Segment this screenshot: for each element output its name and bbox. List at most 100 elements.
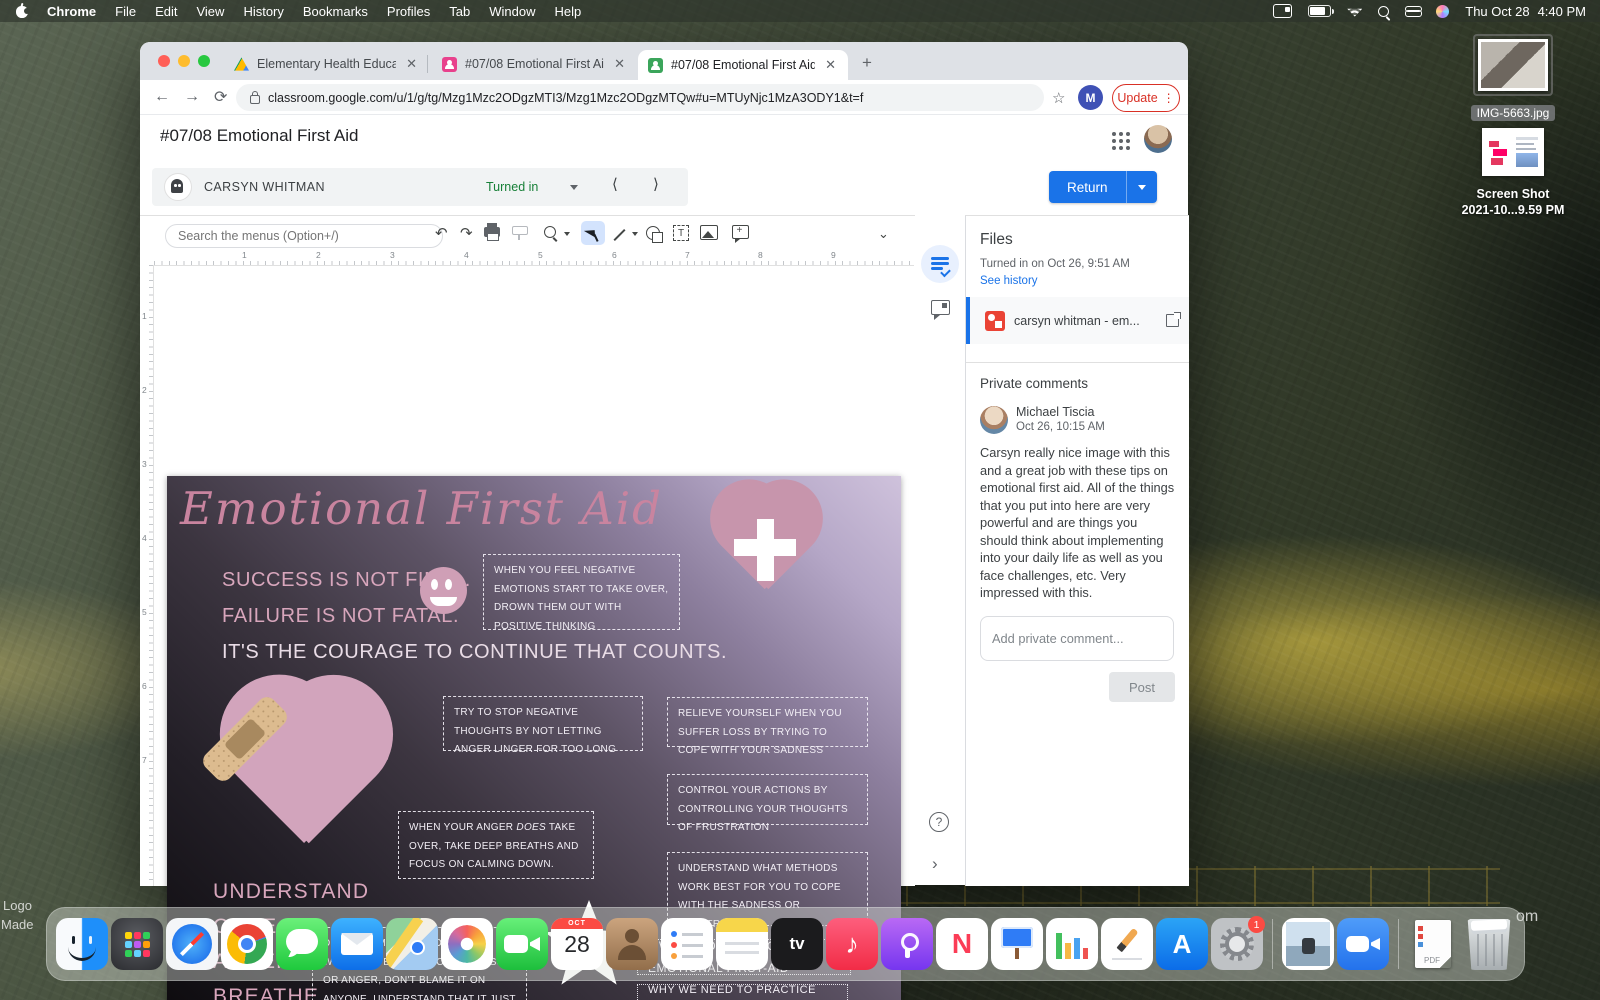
grading-panel-icon[interactable]	[921, 245, 959, 283]
text-box-tool-icon[interactable]: T	[673, 225, 689, 241]
post-button[interactable]: Post	[1109, 672, 1175, 702]
chrome-update-button[interactable]: Update ⋮	[1112, 84, 1180, 112]
dock-settings-icon[interactable]: 1	[1211, 916, 1265, 970]
return-button[interactable]: Return	[1049, 171, 1126, 203]
search-menus-input[interactable]	[165, 224, 443, 248]
return-split-button[interactable]: Return	[1049, 171, 1157, 203]
dock-zoom-icon[interactable]	[1337, 918, 1389, 970]
dock-messages-icon[interactable]	[276, 918, 328, 970]
screen-mirroring-icon[interactable]	[1273, 4, 1293, 18]
collapse-toolbar-chevron-icon[interactable]: ⌄	[878, 226, 889, 242]
dock-appletv-icon[interactable]: tv	[771, 918, 823, 970]
tab-emotional-first-aid-2[interactable]: #07/08 Emotional First Aid ✕	[638, 50, 848, 80]
poster-tip-positive-thinking: WHEN YOU FEEL NEGATIVE EMOTIONS START TO…	[483, 554, 680, 632]
line-tool-icon[interactable]	[613, 228, 626, 242]
private-comment-input[interactable]	[980, 616, 1174, 661]
apple-logo-icon[interactable]	[16, 2, 30, 18]
dock-reminders-icon[interactable]	[661, 918, 713, 970]
bookmark-star-icon[interactable]: ☆	[1052, 89, 1065, 107]
comment-bank-icon[interactable]	[931, 300, 950, 320]
reload-icon[interactable]: ⟳	[214, 87, 227, 107]
dock-appstore-icon[interactable]: A	[1156, 918, 1208, 970]
zoom-window-button[interactable]	[198, 55, 210, 67]
dock-photos-icon[interactable]	[441, 918, 493, 970]
dock-numbers-icon[interactable]	[1046, 918, 1098, 970]
google-apps-grid-icon[interactable]	[1112, 132, 1116, 136]
insert-comment-icon[interactable]	[732, 225, 749, 243]
menu-item-tab[interactable]: Tab	[449, 4, 470, 19]
browser-profile-avatar[interactable]: M	[1078, 85, 1103, 110]
submitted-file-row[interactable]: carsyn whitman - em...	[966, 297, 1189, 344]
menu-item-profiles[interactable]: Profiles	[387, 4, 430, 19]
menu-item-bookmarks[interactable]: Bookmarks	[303, 4, 368, 19]
close-tab-icon[interactable]: ✕	[612, 56, 627, 72]
wifi-icon[interactable]	[1347, 8, 1363, 17]
tab-emotional-first-aid-1[interactable]: #07/08 Emotional First Aid ✕	[432, 48, 637, 80]
student-selector-bar[interactable]: CARSYN WHITMAN Turned in	[152, 168, 688, 206]
dock-chrome-icon[interactable]	[221, 918, 273, 970]
dock-maps-icon[interactable]	[386, 918, 438, 970]
notification-badge: 1	[1248, 916, 1265, 933]
zoom-caret-icon[interactable]	[564, 232, 570, 236]
dock-trash-icon[interactable]	[1467, 919, 1511, 970]
forward-icon[interactable]: →	[184, 88, 200, 106]
minimize-window-button[interactable]	[178, 55, 190, 67]
undo-icon[interactable]: ↶	[435, 224, 448, 242]
dock-facetime-icon[interactable]	[496, 918, 548, 970]
previous-student-chevron-icon[interactable]: ⟨	[612, 175, 618, 193]
new-tab-button[interactable]: +	[862, 53, 872, 73]
menu-clock[interactable]: Thu Oct 28 4:40 PM	[1465, 4, 1586, 19]
files-heading: Files	[980, 231, 1013, 248]
help-icon[interactable]: ?	[929, 812, 949, 832]
menu-item-window[interactable]: Window	[489, 4, 535, 19]
menu-app-name[interactable]: Chrome	[47, 4, 96, 19]
dock-finder-icon[interactable]	[56, 918, 108, 970]
dock-pages-icon[interactable]	[1101, 918, 1153, 970]
tab-elementary-health[interactable]: Elementary Health Education ( ✕	[224, 48, 429, 80]
dock-pdf-icon[interactable]: PDF	[1408, 918, 1460, 970]
dock-keynote-icon[interactable]	[991, 918, 1043, 970]
close-tab-icon[interactable]: ✕	[823, 57, 838, 73]
menu-item-history[interactable]: History	[243, 4, 283, 19]
dock-pictures-icon[interactable]	[1282, 918, 1334, 970]
battery-icon[interactable]	[1308, 5, 1335, 17]
close-window-button[interactable]	[158, 55, 170, 67]
menu-item-help[interactable]: Help	[555, 4, 582, 19]
back-icon[interactable]: ←	[154, 88, 170, 106]
menu-item-file[interactable]: File	[115, 4, 136, 19]
print-icon[interactable]	[484, 223, 500, 241]
dock-music-icon[interactable]: ♪	[826, 918, 878, 970]
open-in-new-icon[interactable]	[1166, 312, 1181, 327]
menu-item-edit[interactable]: Edit	[155, 4, 177, 19]
see-history-link[interactable]: See history	[980, 275, 1038, 287]
dock-separator	[1398, 919, 1399, 969]
dock-news-icon[interactable]: N	[936, 918, 988, 970]
account-avatar[interactable]	[1144, 125, 1172, 153]
desktop-file-screenshot[interactable]: Screen Shot 2021-10...9.59 PM	[1458, 128, 1568, 219]
dock-podcasts-icon[interactable]	[881, 918, 933, 970]
dock-launchpad-icon[interactable]	[111, 918, 163, 970]
dock-notes-icon[interactable]	[716, 918, 768, 970]
line-caret-icon[interactable]	[632, 232, 638, 236]
expand-chevron-icon[interactable]: ›	[932, 854, 938, 874]
dock-calendar-icon[interactable]: OCT 28	[551, 918, 603, 970]
redo-icon[interactable]: ↷	[460, 224, 473, 242]
next-student-chevron-icon[interactable]: ⟩	[653, 175, 659, 193]
status-dropdown-caret-icon[interactable]	[570, 185, 578, 190]
dock-safari-icon[interactable]	[166, 918, 218, 970]
dock-mail-icon[interactable]	[331, 918, 383, 970]
menu-item-view[interactable]: View	[196, 4, 224, 19]
select-tool-active[interactable]	[581, 221, 605, 245]
address-bar[interactable]: classroom.google.com/u/1/g/tg/Mzg1Mzc2OD…	[236, 84, 1044, 111]
dock-contacts-icon[interactable]	[606, 918, 658, 970]
siri-icon[interactable]	[1436, 4, 1450, 18]
insert-image-icon[interactable]	[700, 225, 718, 240]
close-tab-icon[interactable]: ✕	[404, 56, 419, 72]
return-dropdown-button[interactable]	[1125, 171, 1157, 203]
control-center-icon[interactable]	[1405, 5, 1423, 17]
spotlight-icon[interactable]	[1378, 5, 1390, 17]
zoom-tool-icon[interactable]	[544, 226, 556, 238]
desktop-file-img5663[interactable]: IMG-5663.jpg	[1463, 34, 1563, 122]
poster-keyword-breathe: BREATHE	[213, 985, 320, 1000]
shape-tool-icon[interactable]	[646, 226, 663, 243]
